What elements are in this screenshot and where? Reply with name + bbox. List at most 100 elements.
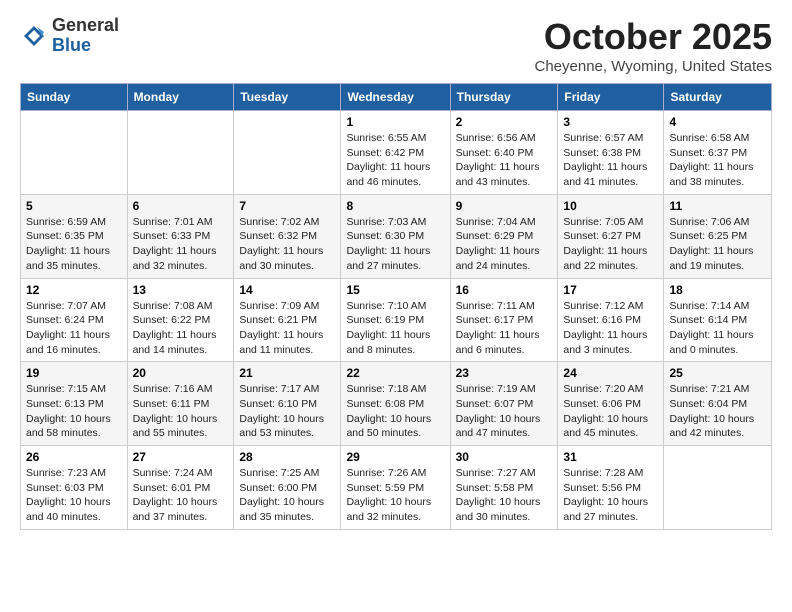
day-info: Sunrise: 7:18 AM Sunset: 6:08 PM Dayligh… xyxy=(346,382,444,441)
day-info: Sunrise: 7:06 AM Sunset: 6:25 PM Dayligh… xyxy=(669,215,766,274)
day-info: Sunrise: 6:58 AM Sunset: 6:37 PM Dayligh… xyxy=(669,131,766,190)
calendar-cell: 22 Sunrise: 7:18 AM Sunset: 6:08 PM Dayli… xyxy=(341,362,450,446)
calendar-cell: 9 Sunrise: 7:04 AM Sunset: 6:29 PM Daylig… xyxy=(450,194,558,278)
day-number: 20 xyxy=(133,366,229,380)
calendar-cell: 31 Sunrise: 7:28 AM Sunset: 5:56 PM Dayli… xyxy=(558,446,664,530)
calendar-cell: 3 Sunrise: 6:57 AM Sunset: 6:38 PM Daylig… xyxy=(558,111,664,195)
logo-text: General Blue xyxy=(52,16,119,56)
day-number: 25 xyxy=(669,366,766,380)
calendar-cell: 18 Sunrise: 7:14 AM Sunset: 6:14 PM Dayli… xyxy=(664,278,772,362)
month-title: October 2025 xyxy=(535,16,773,58)
calendar-cell: 20 Sunrise: 7:16 AM Sunset: 6:11 PM Dayli… xyxy=(127,362,234,446)
day-number: 10 xyxy=(563,199,658,213)
calendar-cell xyxy=(127,111,234,195)
day-number: 6 xyxy=(133,199,229,213)
day-info: Sunrise: 7:05 AM Sunset: 6:27 PM Dayligh… xyxy=(563,215,658,274)
logo: General Blue xyxy=(20,16,119,56)
day-number: 11 xyxy=(669,199,766,213)
day-number: 1 xyxy=(346,115,444,129)
day-number: 21 xyxy=(239,366,335,380)
calendar-cell: 27Sunrise: 7:24 AM Sunset: 6:01 PM Dayli… xyxy=(127,446,234,530)
day-info: Sunrise: 7:23 AM Sunset: 6:03 PM Dayligh… xyxy=(26,466,122,525)
calendar-cell: 26 Sunrise: 7:23 AM Sunset: 6:03 PM Dayli… xyxy=(21,446,128,530)
day-info: Sunrise: 7:25 AM Sunset: 6:00 PM Dayligh… xyxy=(239,466,335,525)
calendar-cell: 13 Sunrise: 7:08 AM Sunset: 6:22 PM Dayli… xyxy=(127,278,234,362)
calendar-cell: 23 Sunrise: 7:19 AM Sunset: 6:07 PM Dayli… xyxy=(450,362,558,446)
weekday-header-friday: Friday xyxy=(558,84,664,111)
day-number: 18 xyxy=(669,283,766,297)
calendar-cell: 29 Sunrise: 7:26 AM Sunset: 5:59 PM Dayli… xyxy=(341,446,450,530)
day-number: 26 xyxy=(26,450,122,464)
day-info: Sunrise: 7:14 AM Sunset: 6:14 PM Dayligh… xyxy=(669,299,766,358)
calendar-cell: 30Sunrise: 7:27 AM Sunset: 5:58 PM Dayli… xyxy=(450,446,558,530)
calendar-table: SundayMondayTuesdayWednesdayThursdayFrid… xyxy=(20,83,772,530)
calendar-cell: 7 Sunrise: 7:02 AM Sunset: 6:32 PM Daylig… xyxy=(234,194,341,278)
day-number: 23 xyxy=(456,366,553,380)
weekday-header-thursday: Thursday xyxy=(450,84,558,111)
weekday-header-monday: Monday xyxy=(127,84,234,111)
day-info: Sunrise: 7:09 AM Sunset: 6:21 PM Dayligh… xyxy=(239,299,335,358)
day-info: Sunrise: 7:21 AM Sunset: 6:04 PM Dayligh… xyxy=(669,382,766,441)
calendar-cell: 11 Sunrise: 7:06 AM Sunset: 6:25 PM Dayli… xyxy=(664,194,772,278)
day-number: 24 xyxy=(563,366,658,380)
calendar-cell: 28 Sunrise: 7:25 AM Sunset: 6:00 PM Dayli… xyxy=(234,446,341,530)
calendar-cell xyxy=(21,111,128,195)
day-info: Sunrise: 7:08 AM Sunset: 6:22 PM Dayligh… xyxy=(133,299,229,358)
day-info: Sunrise: 7:26 AM Sunset: 5:59 PM Dayligh… xyxy=(346,466,444,525)
calendar-cell: 14Sunrise: 7:09 AM Sunset: 6:21 PM Dayli… xyxy=(234,278,341,362)
calendar-cell: 6Sunrise: 7:01 AM Sunset: 6:33 PM Daylig… xyxy=(127,194,234,278)
day-number: 15 xyxy=(346,283,444,297)
calendar-cell: 17 Sunrise: 7:12 AM Sunset: 6:16 PM Dayli… xyxy=(558,278,664,362)
day-info: Sunrise: 6:56 AM Sunset: 6:40 PM Dayligh… xyxy=(456,131,553,190)
calendar-cell: 4 Sunrise: 6:58 AM Sunset: 6:37 PM Daylig… xyxy=(664,111,772,195)
calendar-cell: 19Sunrise: 7:15 AM Sunset: 6:13 PM Dayli… xyxy=(21,362,128,446)
day-number: 5 xyxy=(26,199,122,213)
calendar-cell: 25 Sunrise: 7:21 AM Sunset: 6:04 PM Dayli… xyxy=(664,362,772,446)
day-number: 3 xyxy=(563,115,658,129)
day-info: Sunrise: 6:55 AM Sunset: 6:42 PM Dayligh… xyxy=(346,131,444,190)
calendar-cell: 21 Sunrise: 7:17 AM Sunset: 6:10 PM Dayli… xyxy=(234,362,341,446)
day-number: 7 xyxy=(239,199,335,213)
weekday-header-wednesday: Wednesday xyxy=(341,84,450,111)
day-number: 30 xyxy=(456,450,553,464)
calendar-cell: 16 Sunrise: 7:11 AM Sunset: 6:17 PM Dayli… xyxy=(450,278,558,362)
calendar-cell: 5 Sunrise: 6:59 AM Sunset: 6:35 PM Daylig… xyxy=(21,194,128,278)
day-number: 13 xyxy=(133,283,229,297)
day-info: Sunrise: 6:59 AM Sunset: 6:35 PM Dayligh… xyxy=(26,215,122,274)
day-info: Sunrise: 7:12 AM Sunset: 6:16 PM Dayligh… xyxy=(563,299,658,358)
calendar-cell: 2 Sunrise: 6:56 AM Sunset: 6:40 PM Daylig… xyxy=(450,111,558,195)
calendar-cell: 12 Sunrise: 7:07 AM Sunset: 6:24 PM Dayli… xyxy=(21,278,128,362)
day-number: 22 xyxy=(346,366,444,380)
calendar-cell: 8 Sunrise: 7:03 AM Sunset: 6:30 PM Daylig… xyxy=(341,194,450,278)
weekday-header-tuesday: Tuesday xyxy=(234,84,341,111)
title-block: October 2025 Cheyenne, Wyoming, United S… xyxy=(535,16,773,75)
calendar-cell: 1 Sunrise: 6:55 AM Sunset: 6:42 PM Daylig… xyxy=(341,111,450,195)
day-number: 12 xyxy=(26,283,122,297)
day-number: 28 xyxy=(239,450,335,464)
day-info: Sunrise: 7:11 AM Sunset: 6:17 PM Dayligh… xyxy=(456,299,553,358)
day-info: Sunrise: 6:57 AM Sunset: 6:38 PM Dayligh… xyxy=(563,131,658,190)
day-number: 2 xyxy=(456,115,553,129)
day-info: Sunrise: 7:17 AM Sunset: 6:10 PM Dayligh… xyxy=(239,382,335,441)
day-info: Sunrise: 7:07 AM Sunset: 6:24 PM Dayligh… xyxy=(26,299,122,358)
day-number: 27 xyxy=(133,450,229,464)
day-number: 8 xyxy=(346,199,444,213)
calendar-cell: 15Sunrise: 7:10 AM Sunset: 6:19 PM Dayli… xyxy=(341,278,450,362)
day-info: Sunrise: 7:04 AM Sunset: 6:29 PM Dayligh… xyxy=(456,215,553,274)
calendar-cell: 24Sunrise: 7:20 AM Sunset: 6:06 PM Dayli… xyxy=(558,362,664,446)
day-info: Sunrise: 7:02 AM Sunset: 6:32 PM Dayligh… xyxy=(239,215,335,274)
day-info: Sunrise: 7:16 AM Sunset: 6:11 PM Dayligh… xyxy=(133,382,229,441)
day-info: Sunrise: 7:28 AM Sunset: 5:56 PM Dayligh… xyxy=(563,466,658,525)
logo-icon xyxy=(20,22,48,50)
day-info: Sunrise: 7:19 AM Sunset: 6:07 PM Dayligh… xyxy=(456,382,553,441)
day-number: 9 xyxy=(456,199,553,213)
weekday-header-saturday: Saturday xyxy=(664,84,772,111)
day-number: 16 xyxy=(456,283,553,297)
day-number: 4 xyxy=(669,115,766,129)
day-number: 17 xyxy=(563,283,658,297)
day-info: Sunrise: 7:03 AM Sunset: 6:30 PM Dayligh… xyxy=(346,215,444,274)
day-number: 31 xyxy=(563,450,658,464)
day-number: 19 xyxy=(26,366,122,380)
logo-blue: Blue xyxy=(52,36,119,56)
day-number: 29 xyxy=(346,450,444,464)
